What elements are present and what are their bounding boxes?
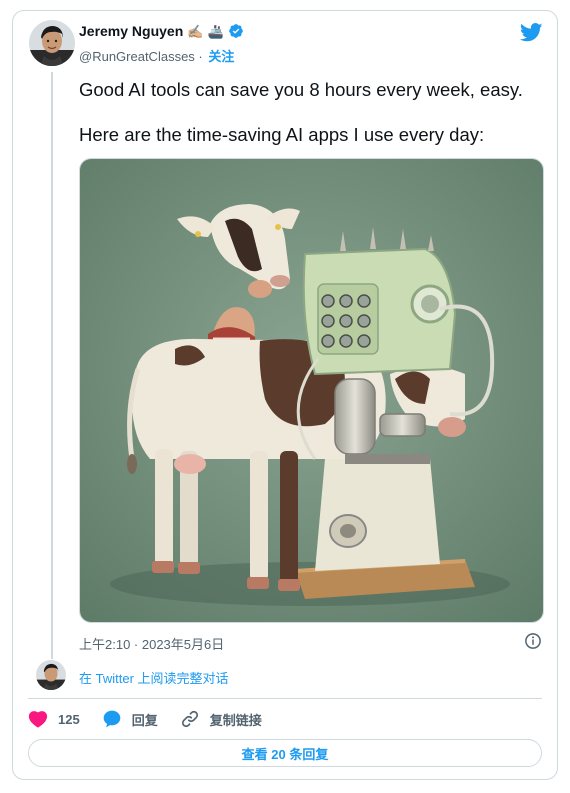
copy-link-button[interactable]: 复制链接 [180, 709, 262, 729]
tweet-timestamp[interactable]: 上午2:10 · 2023年5月6日 [79, 634, 224, 653]
author-name[interactable]: Jeremy Nguyen [79, 23, 183, 39]
reply-button[interactable]: 回复 [102, 709, 158, 729]
thread-avatar[interactable] [36, 660, 66, 690]
follow-button[interactable]: 关注 [208, 49, 234, 64]
ship-emoji: 🚢 [207, 23, 224, 39]
writing-hand-emoji: ✍🏼 [187, 23, 204, 39]
tweet-text: Good AI tools can save you 8 hours every… [79, 78, 544, 146]
tweet-paragraph-1: Good AI tools can save you 8 hours every… [79, 79, 523, 100]
link-icon [181, 710, 198, 728]
tweet-paragraph-2: Here are the time-saving AI apps I use e… [79, 124, 485, 145]
twitter-bird-icon[interactable] [520, 23, 543, 42]
info-icon[interactable] [524, 632, 542, 650]
separator-dot: · [198, 49, 203, 64]
author-name-row: Jeremy Nguyen ✍🏼 🚢 [79, 23, 244, 39]
view-replies-button[interactable]: 查看 20 条回复 [28, 739, 542, 767]
author-handle-row: @RunGreatClasses · 关注 [79, 46, 234, 65]
divider [28, 698, 542, 699]
author-avatar[interactable] [29, 20, 75, 66]
copy-link-label: 复制链接 [209, 712, 262, 728]
heart-icon [28, 711, 48, 728]
like-button[interactable]: 125 [28, 710, 80, 728]
reply-label: 回复 [131, 712, 158, 728]
like-count: 125 [58, 711, 80, 727]
thread-line [51, 72, 53, 659]
author-handle[interactable]: @RunGreatClasses [79, 49, 195, 64]
tweet-media-image[interactable] [79, 158, 544, 623]
tweet-actions: 125 回复 复制链接 [28, 708, 284, 730]
reply-bubble-icon [103, 710, 121, 728]
verified-badge-icon [228, 24, 243, 38]
read-full-thread-link[interactable]: 在 Twitter 上阅读完整对话 [79, 668, 229, 687]
